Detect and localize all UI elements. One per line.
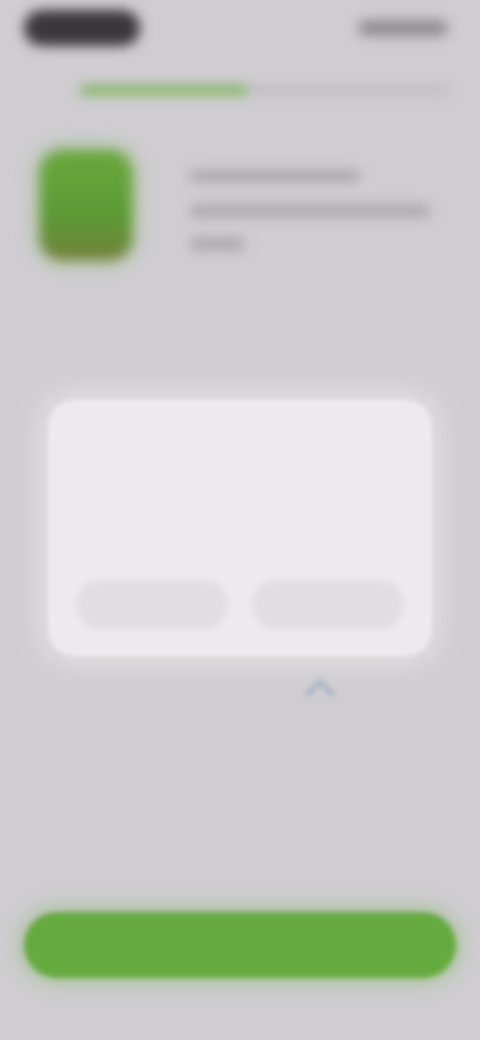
dialog-cancel-button[interactable] bbox=[76, 580, 228, 630]
text-line bbox=[190, 170, 360, 182]
hand-pointer-icon bbox=[300, 676, 340, 698]
status-time bbox=[24, 10, 140, 46]
text-line bbox=[190, 205, 430, 217]
progress-fill bbox=[80, 86, 247, 94]
progress-bar bbox=[80, 86, 450, 94]
screen bbox=[0, 0, 480, 1040]
text-line bbox=[190, 238, 245, 250]
alert-dialog bbox=[48, 400, 432, 656]
continue-button[interactable] bbox=[24, 912, 456, 978]
status-icons bbox=[358, 20, 448, 36]
dialog-confirm-button[interactable] bbox=[252, 580, 404, 630]
app-icon bbox=[40, 150, 132, 260]
